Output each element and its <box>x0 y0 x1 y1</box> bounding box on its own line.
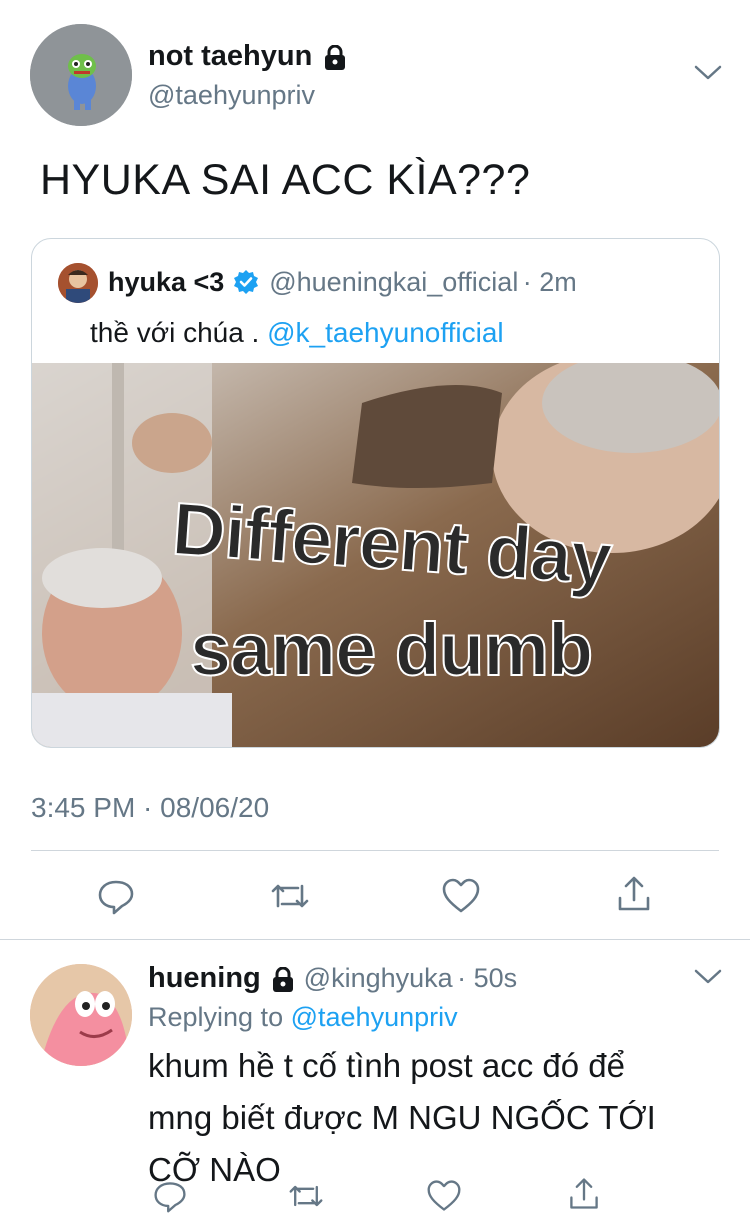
quoted-text-line: thề với chúa . @k_taehyunofficial <box>90 317 504 349</box>
section-divider <box>0 939 750 940</box>
main-display-name[interactable]: not taehyun <box>148 40 312 72</box>
like-icon[interactable] <box>441 876 481 916</box>
verified-badge-icon <box>233 269 259 300</box>
reply-time[interactable]: · 50s <box>457 963 517 993</box>
main-author[interactable]: not taehyun <box>148 40 347 76</box>
divider <box>31 850 719 851</box>
retweet-icon[interactable] <box>270 876 310 916</box>
lock-icon <box>271 966 295 998</box>
replying-to-line: Replying to @taehyunpriv <box>148 1002 458 1033</box>
reply-icon[interactable] <box>152 1178 192 1218</box>
quoted-handle[interactable]: @hueningkai_official <box>269 267 518 297</box>
main-timestamp[interactable]: 3:45 PM · 08/06/20 <box>31 792 269 824</box>
quoted-avatar-image <box>58 263 98 303</box>
main-avatar[interactable] <box>30 24 132 126</box>
replying-to-link[interactable]: @taehyunpriv <box>291 1002 458 1032</box>
reply-display-name[interactable]: huening <box>148 962 261 994</box>
share-icon[interactable] <box>614 874 654 914</box>
retweet-icon[interactable] <box>288 1178 328 1218</box>
quoted-avatar[interactable] <box>58 263 98 303</box>
reply-text-line: khum hề t cố tình post acc đó để <box>148 1047 625 1084</box>
main-handle[interactable]: @taehyunpriv <box>148 80 315 111</box>
quoted-text: thề với chúa . <box>90 317 260 348</box>
replying-to-label: Replying to <box>148 1002 284 1032</box>
chevron-down-icon[interactable] <box>694 968 722 991</box>
main-tweet-text: HYUKA SAI ACC KÌA??? <box>40 156 531 204</box>
reply-text-line: mng biết được M NGU NGỐC TỚI <box>148 1099 656 1136</box>
chevron-down-icon[interactable] <box>694 64 722 87</box>
avatar-image <box>30 24 132 126</box>
reply-avatar-image <box>30 964 132 1066</box>
quoted-display-name[interactable]: hyuka <3 <box>108 267 224 297</box>
quoted-mention-link[interactable]: @k_taehyunofficial <box>267 317 504 348</box>
quoted-time[interactable]: · 2m <box>523 267 577 297</box>
reply-handle[interactable]: @kinghyuka <box>304 963 453 993</box>
quoted-media-image[interactable]: Different day same dumb <box>32 363 719 747</box>
lock-icon <box>323 44 347 76</box>
reply-avatar[interactable] <box>30 964 132 1066</box>
quoted-author[interactable]: hyuka <3 @hueningkai_official · 2m <box>108 267 577 300</box>
quoted-tweet-card[interactable]: hyuka <3 @hueningkai_official · 2m thề v… <box>31 238 720 748</box>
reply-author[interactable]: huening @kinghyuka · 50s <box>148 962 517 998</box>
reply-icon[interactable] <box>96 876 136 916</box>
reply-tweet-text: khum hề t cố tình post acc đó để mng biế… <box>148 1040 656 1196</box>
meme-caption-line2: same dumb <box>189 607 594 692</box>
like-icon[interactable] <box>426 1178 466 1218</box>
share-icon[interactable] <box>566 1176 606 1216</box>
